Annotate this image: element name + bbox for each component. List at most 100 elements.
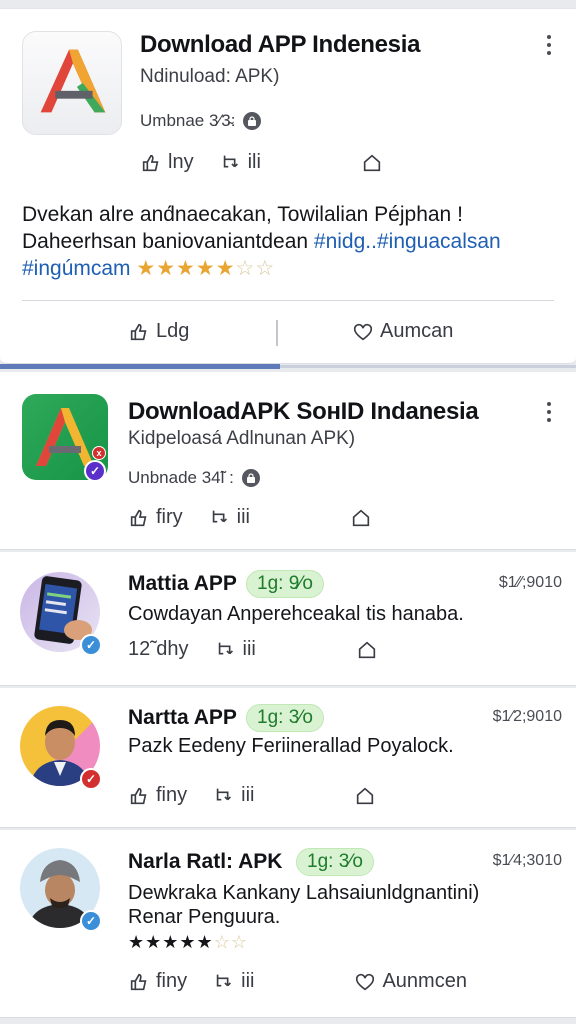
price-label: $1⁄2;9010	[492, 708, 562, 725]
tab-indicator-track	[280, 365, 576, 368]
repost-label: iii	[236, 506, 251, 528]
like-thumb-icon	[130, 973, 147, 990]
heart-icon	[356, 973, 375, 990]
footer-like-button[interactable]: Ldg	[128, 320, 189, 343]
post-actions: firy iii	[128, 506, 372, 529]
app-logo-icon[interactable]	[22, 31, 122, 135]
bookmark-icon	[358, 641, 376, 658]
bookmark-button[interactable]	[361, 152, 383, 174]
user-name[interactable]: Mattia APP	[128, 572, 237, 596]
repost-icon	[218, 642, 233, 654]
divider	[22, 300, 554, 301]
footer-heart-button[interactable]: Aumcan	[352, 320, 453, 343]
more-vertical-icon[interactable]	[546, 402, 552, 422]
like-button[interactable]: lny	[140, 151, 194, 174]
post-card-2: ✓ x DownloadAPK SoнID Indanesia Kidpeloa…	[0, 372, 576, 550]
post-title[interactable]: Download APP Indenesia	[140, 31, 420, 59]
price-label: $1⁄4;3010	[492, 852, 562, 869]
post-card-1: Download APP Indenesia Ndinuload: APK) U…	[0, 8, 576, 364]
post-card-5: ✓ Narla Ratl: APK 1g: 3⁄o $1⁄4;3010 Dewk…	[0, 830, 576, 1018]
lock-icon	[241, 469, 260, 487]
heart-button[interactable]: Aunmcen	[354, 970, 467, 993]
user-name[interactable]: Narla Ratl: APK	[128, 850, 282, 874]
post-title[interactable]: DownloadAPK SoнID Indanesia	[128, 398, 479, 426]
post-body-line-2: Daheerhsan baniovaniantdean #nidg..#ingu…	[22, 228, 562, 255]
verified-icon: ✓	[80, 910, 102, 932]
like-label: dhy	[156, 638, 189, 660]
post-meta: Unbnade 34̃l :	[128, 468, 260, 488]
bookmark-icon	[352, 509, 370, 526]
repost-icon	[216, 974, 232, 986]
rating-stars-empty: ☆☆	[235, 257, 276, 280]
verified-icon: ✓	[80, 634, 102, 656]
post-body-line-1: Dewkraka Kankany Lahsaiunldgnantini)	[128, 882, 480, 904]
post-footer-actions: Ldg	[128, 320, 189, 343]
rating-stars-filled: ★★★★★	[136, 257, 236, 280]
repost-label: iii	[241, 784, 255, 806]
price-label: $1⁄⁄;9010	[498, 574, 562, 591]
post-meta-text: Unbnade 34̃l :	[128, 468, 234, 487]
alert-badge-icon: x	[92, 446, 106, 460]
post-body-line-1: Dvekan alre and́naecakan, Towilalian Pé…	[22, 203, 463, 226]
repost-label: iii	[241, 970, 255, 992]
repost-button[interactable]: ili	[220, 151, 261, 174]
hashtag-link[interactable]: #nidg..	[314, 230, 377, 253]
post-actions: finy iii	[128, 784, 376, 807]
like-button[interactable]: firy	[128, 506, 183, 529]
hashtag-link[interactable]: #inguacalsan	[377, 230, 501, 253]
post-body-line-3: #ingúmcam ★★★★★☆☆	[22, 255, 562, 282]
like-label: finy	[156, 970, 188, 992]
post-meta: Umbnae 3⁄3̴:	[140, 111, 262, 131]
heart-icon	[353, 323, 373, 340]
footer-heart-label: Aumcan	[380, 320, 454, 342]
post-actions: lny ili	[140, 151, 383, 174]
rating-stars: ★★★★★☆☆	[136, 257, 275, 280]
bookmark-button[interactable]	[350, 507, 372, 529]
repost-button[interactable]: iii	[213, 970, 254, 993]
post-actions: 12̃ dhy iii	[128, 638, 378, 661]
post-meta-text: Umbnae 3⁄3̴:	[140, 111, 236, 130]
like-button[interactable]: finy	[128, 784, 187, 807]
like-thumb-icon	[130, 509, 147, 526]
bookmark-button[interactable]	[354, 785, 376, 807]
active-tab-indicator	[0, 364, 280, 369]
like-button[interactable]: 12̃ dhy	[128, 638, 189, 661]
like-label: lny	[168, 151, 194, 173]
footer-like-label: Ldg	[156, 320, 190, 342]
user-name[interactable]: Nartta APP	[128, 706, 237, 730]
rating-stars-empty: ☆☆	[213, 932, 248, 952]
repost-button[interactable]: iii	[215, 638, 256, 661]
like-thumb-icon	[130, 787, 147, 804]
more-vertical-icon[interactable]	[546, 35, 552, 55]
post-body-text: Daheerhsan baniovaniantdean	[22, 230, 314, 253]
post-card-3: ✓ Mattia APP 1g: 9⁄o $1⁄⁄;9010 Cowdayan …	[0, 552, 576, 686]
rating-stars: ★★★★★☆☆	[128, 932, 248, 953]
lock-icon	[243, 112, 262, 130]
repost-button[interactable]: iii	[209, 506, 250, 529]
verified-icon: ✓	[84, 460, 106, 482]
like-label: finy	[156, 784, 188, 806]
post-actions: finy iii Aunmcen	[128, 970, 467, 993]
post-card-4: ✓ Nartta APP 1g: 3⁄o $1⁄2;9010 Pazk Eede…	[0, 688, 576, 828]
like-label: firy	[156, 506, 183, 528]
repost-button[interactable]: iii	[213, 784, 254, 807]
repost-icon	[212, 510, 227, 522]
post-subtitle: Ndinuload: APK)	[140, 66, 280, 87]
post-body-line-1: Cowdayan Anperehceakal tis hanaba.	[128, 603, 464, 625]
rating-stars-filled: ★★★★★	[128, 932, 214, 952]
repost-label: ili	[247, 151, 261, 173]
like-button[interactable]: finy	[128, 970, 187, 993]
bookmark-icon	[357, 787, 374, 804]
post-footer-actions-right: Aumcan	[352, 320, 453, 343]
repost-icon	[216, 788, 232, 800]
like-thumb-icon	[142, 154, 159, 171]
heart-label: Aunmcen	[382, 970, 467, 992]
hashtag-link[interactable]: #ingúmcam	[22, 257, 131, 280]
bookmark-button[interactable]	[356, 639, 378, 661]
footer-divider	[276, 320, 278, 346]
post-body-line-2: Renar Penguura.	[128, 906, 281, 928]
like-thumb-icon	[130, 323, 147, 340]
verified-icon: ✓	[80, 768, 102, 790]
repost-label: iii	[242, 638, 256, 660]
status-badge: 1g: 3⁄o	[246, 704, 324, 732]
